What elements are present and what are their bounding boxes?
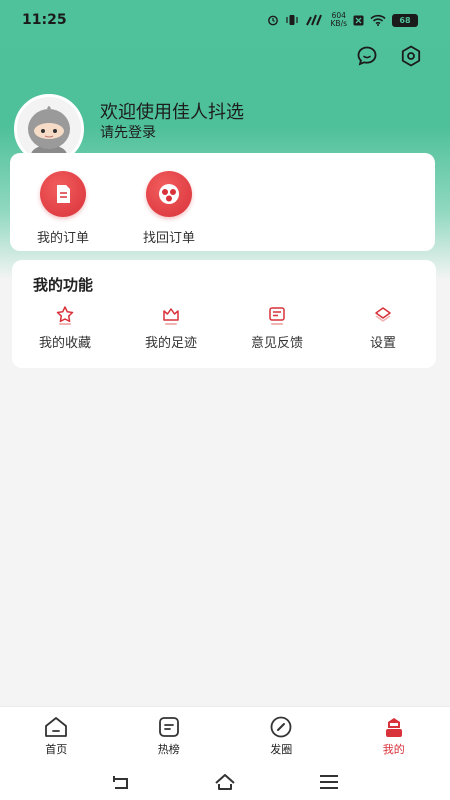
battery-indicator: 68 <box>392 13 418 27</box>
settings-gear-icon[interactable] <box>399 44 423 68</box>
settings-button[interactable]: 设置 <box>335 304 431 351</box>
footprints-button[interactable]: 我的足迹 <box>123 304 219 351</box>
nav-hot-list[interactable]: 热榜 <box>113 707 226 764</box>
star-icon <box>56 306 74 325</box>
nav-post-label: 发圈 <box>270 743 293 756</box>
login-link[interactable]: 请先登录 <box>100 122 156 142</box>
hot-list-icon <box>158 717 179 737</box>
nav-hot-list-label: 热榜 <box>157 743 180 756</box>
wifi-icon <box>370 14 386 26</box>
nav-post[interactable]: 发圈 <box>225 707 338 764</box>
signal-icon <box>305 14 322 26</box>
vibrate-icon <box>285 15 298 25</box>
retrieve-orders-button[interactable]: 找回订单 <box>129 171 209 246</box>
network-speed: 604 KB/s <box>331 12 348 28</box>
welcome-text: 欢迎使用佳人抖选 <box>100 102 244 123</box>
footprints-label: 我的足迹 <box>144 336 197 351</box>
retrieve-order-icon <box>146 171 192 217</box>
order-card: 我的订单 找回订单 <box>10 153 435 251</box>
status-bar: 11:25 604 KB/s 68 <box>0 0 450 40</box>
nav-home-label: 首页 <box>45 743 68 756</box>
me-icon <box>385 718 402 737</box>
home-icon <box>45 717 68 737</box>
feedback-label: 意见反馈 <box>250 336 303 351</box>
post-icon <box>270 716 292 738</box>
nav-me[interactable]: 我的 <box>338 707 450 764</box>
nav-me-label: 我的 <box>382 743 405 756</box>
status-time: 11:25 <box>22 12 67 28</box>
my-orders-button[interactable]: 我的订单 <box>23 171 103 246</box>
alarm-icon <box>267 15 278 26</box>
speed-unit: KB/s <box>330 19 348 28</box>
functions-title: 我的功能 <box>33 276 94 294</box>
message-icon[interactable] <box>355 44 379 68</box>
status-icons: 604 KB/s 68 <box>267 12 418 28</box>
settings-label: 设置 <box>369 336 396 351</box>
retrieve-orders-label: 找回订单 <box>142 231 195 246</box>
order-icon <box>40 171 86 217</box>
feedback-icon <box>269 307 285 325</box>
my-orders-label: 我的订单 <box>36 231 89 246</box>
system-nav-bar <box>0 764 450 800</box>
settings-icon <box>375 307 391 322</box>
ninja-avatar-icon <box>17 97 81 161</box>
nav-home[interactable]: 首页 <box>0 707 113 764</box>
crown-icon <box>163 308 179 325</box>
favorites-button[interactable]: 我的收藏 <box>17 304 113 351</box>
bottom-nav: 首页 热榜 发圈 我的 <box>0 706 450 764</box>
favorites-label: 我的收藏 <box>38 336 91 351</box>
sim-icon <box>353 15 364 25</box>
functions-card: 我的功能 我的收藏 我的足迹 意见反馈 设置 <box>12 260 436 368</box>
home-nav-icon[interactable] <box>213 772 237 792</box>
menu-icon[interactable] <box>317 772 341 792</box>
back-icon[interactable] <box>109 772 133 792</box>
feedback-button[interactable]: 意见反馈 <box>229 304 325 351</box>
